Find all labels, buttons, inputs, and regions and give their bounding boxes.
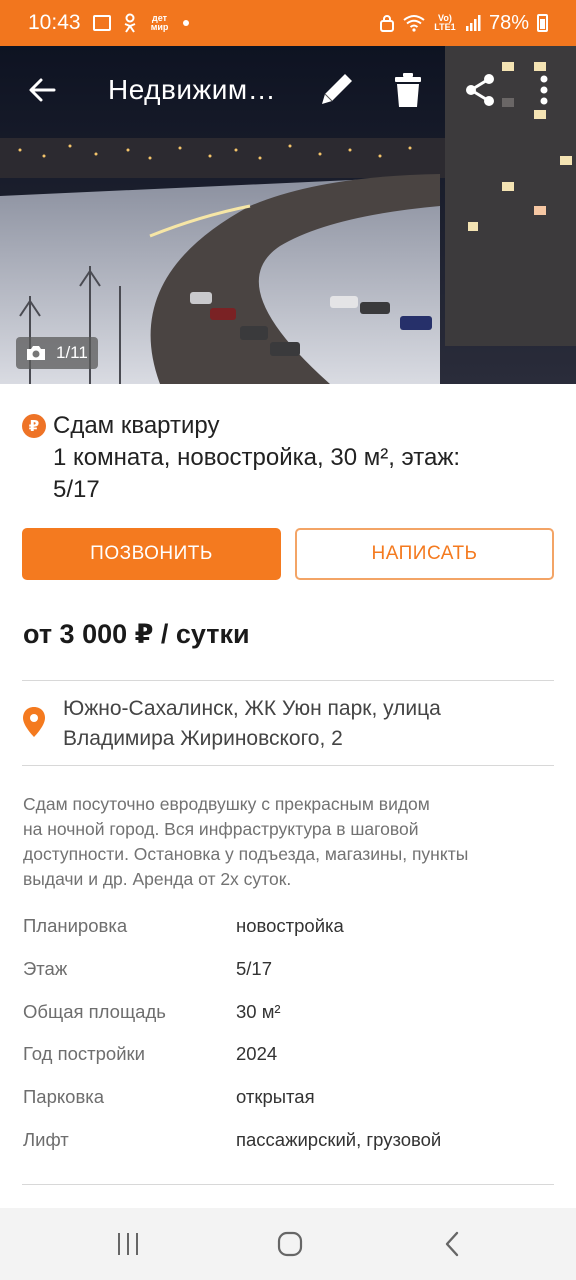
listing-title: ₽ Сдам квартиру 1 комната, новостройка, … [22, 410, 552, 506]
recent-apps-icon [118, 1233, 138, 1255]
param-row-layout: Планировка новостройка [23, 909, 553, 952]
param-name: Парковка [23, 1086, 105, 1108]
address[interactable]: Южно-Сахалинск, ЖК Уюн парк, улица Влади… [22, 694, 554, 754]
param-row-area: Общая площадь 30 м² [23, 995, 553, 1038]
param-row-year: Год постройки 2024 [23, 1037, 553, 1080]
recent-apps-button[interactable] [108, 1226, 148, 1262]
param-name: Этаж [23, 957, 68, 979]
listing-title-line: 5/17 [53, 476, 100, 503]
description-line: Сдам посуточно евродвушку с прекрасным в… [23, 794, 430, 814]
lock-badge-icon [379, 14, 395, 32]
listing-title-line: Сдам квартиру [53, 412, 220, 439]
system-back-button[interactable] [432, 1226, 472, 1262]
param-name: Общая площадь [23, 1000, 166, 1022]
param-name: Лифт [23, 1128, 69, 1150]
detmir-notification-icon: дет мир [150, 13, 169, 32]
divider [22, 765, 554, 766]
arrow-left-icon [29, 78, 56, 102]
param-value: новостройка [236, 915, 344, 936]
photo-counter-text: 1/11 [56, 343, 88, 362]
top-navigation: Недвижим… [0, 46, 576, 134]
status-bar: 10:43 дет мир Vo) LTE1 78% [0, 0, 576, 46]
write-button[interactable]: НАПИСАТЬ [295, 528, 554, 580]
divider [22, 1184, 554, 1185]
price: от 3 000 ₽ / сутки [23, 619, 250, 649]
ok-notification-icon [123, 13, 137, 33]
param-name: Год постройки [23, 1043, 145, 1065]
edit-button[interactable] [312, 66, 360, 114]
description-line: выдачи и др. Аренда от 2х суток. [23, 869, 292, 889]
param-value: пассажирский, грузовой [236, 1128, 442, 1150]
chevron-left-icon [445, 1231, 459, 1257]
system-navigation-bar [0, 1208, 576, 1280]
parameters-list: Планировка новостройка Этаж 5/17 Общая п… [23, 909, 553, 1166]
signal-icon [465, 14, 481, 32]
photo-gallery[interactable]: Недвижим… 1/11 [0, 46, 576, 384]
back-button[interactable] [18, 66, 66, 114]
delete-button[interactable] [384, 66, 432, 114]
gallery-notification-icon [92, 15, 111, 31]
call-button[interactable]: ПОЗВОНИТЬ [22, 528, 281, 580]
more-notifications-dot [182, 20, 189, 26]
address-line: Владимира Жириновского, 2 [63, 727, 343, 750]
status-time: 10:43 [28, 11, 81, 34]
more-button[interactable] [520, 66, 568, 114]
share-button[interactable] [456, 66, 504, 114]
battery-percent: 78% [488, 11, 529, 34]
description-line: на ночной город. Вся инфраструктура в ша… [23, 819, 419, 839]
home-button[interactable] [270, 1226, 310, 1262]
home-icon [277, 1231, 303, 1257]
param-name: Планировка [23, 915, 128, 936]
description: Сдам посуточно евродвушку с прекрасным в… [23, 792, 533, 892]
listing-title-line: 1 комната, новостройка, 30 м², этаж: [53, 444, 461, 471]
camera-icon [27, 346, 45, 360]
location-pin-icon [23, 707, 45, 737]
photo-counter: 1/11 [16, 337, 98, 369]
battery-icon [537, 14, 548, 32]
share-icon [466, 74, 494, 106]
divider [22, 680, 554, 681]
address-line: Южно-Сахалинск, ЖК Уюн парк, улица [63, 697, 441, 720]
param-value: открытая [236, 1086, 315, 1108]
param-value: 30 м² [236, 1000, 281, 1022]
more-vertical-icon [540, 75, 548, 105]
trash-icon [395, 73, 421, 107]
network-type-text: Vo) LTE1 [434, 13, 456, 32]
description-line: доступности. Остановка у подъезда, магаз… [23, 844, 469, 864]
wifi-icon [403, 14, 425, 32]
param-row-floor: Этаж 5/17 [23, 952, 553, 995]
param-row-elevator: Лифт пассажирский, грузовой [23, 1123, 553, 1166]
param-row-parking: Парковка открытая [23, 1080, 553, 1123]
pencil-icon [322, 74, 352, 104]
param-value: 2024 [236, 1043, 278, 1065]
page-title: Недвижим… [108, 74, 277, 105]
param-value: 5/17 [236, 957, 273, 979]
ruble-icon: ₽ [22, 414, 46, 438]
